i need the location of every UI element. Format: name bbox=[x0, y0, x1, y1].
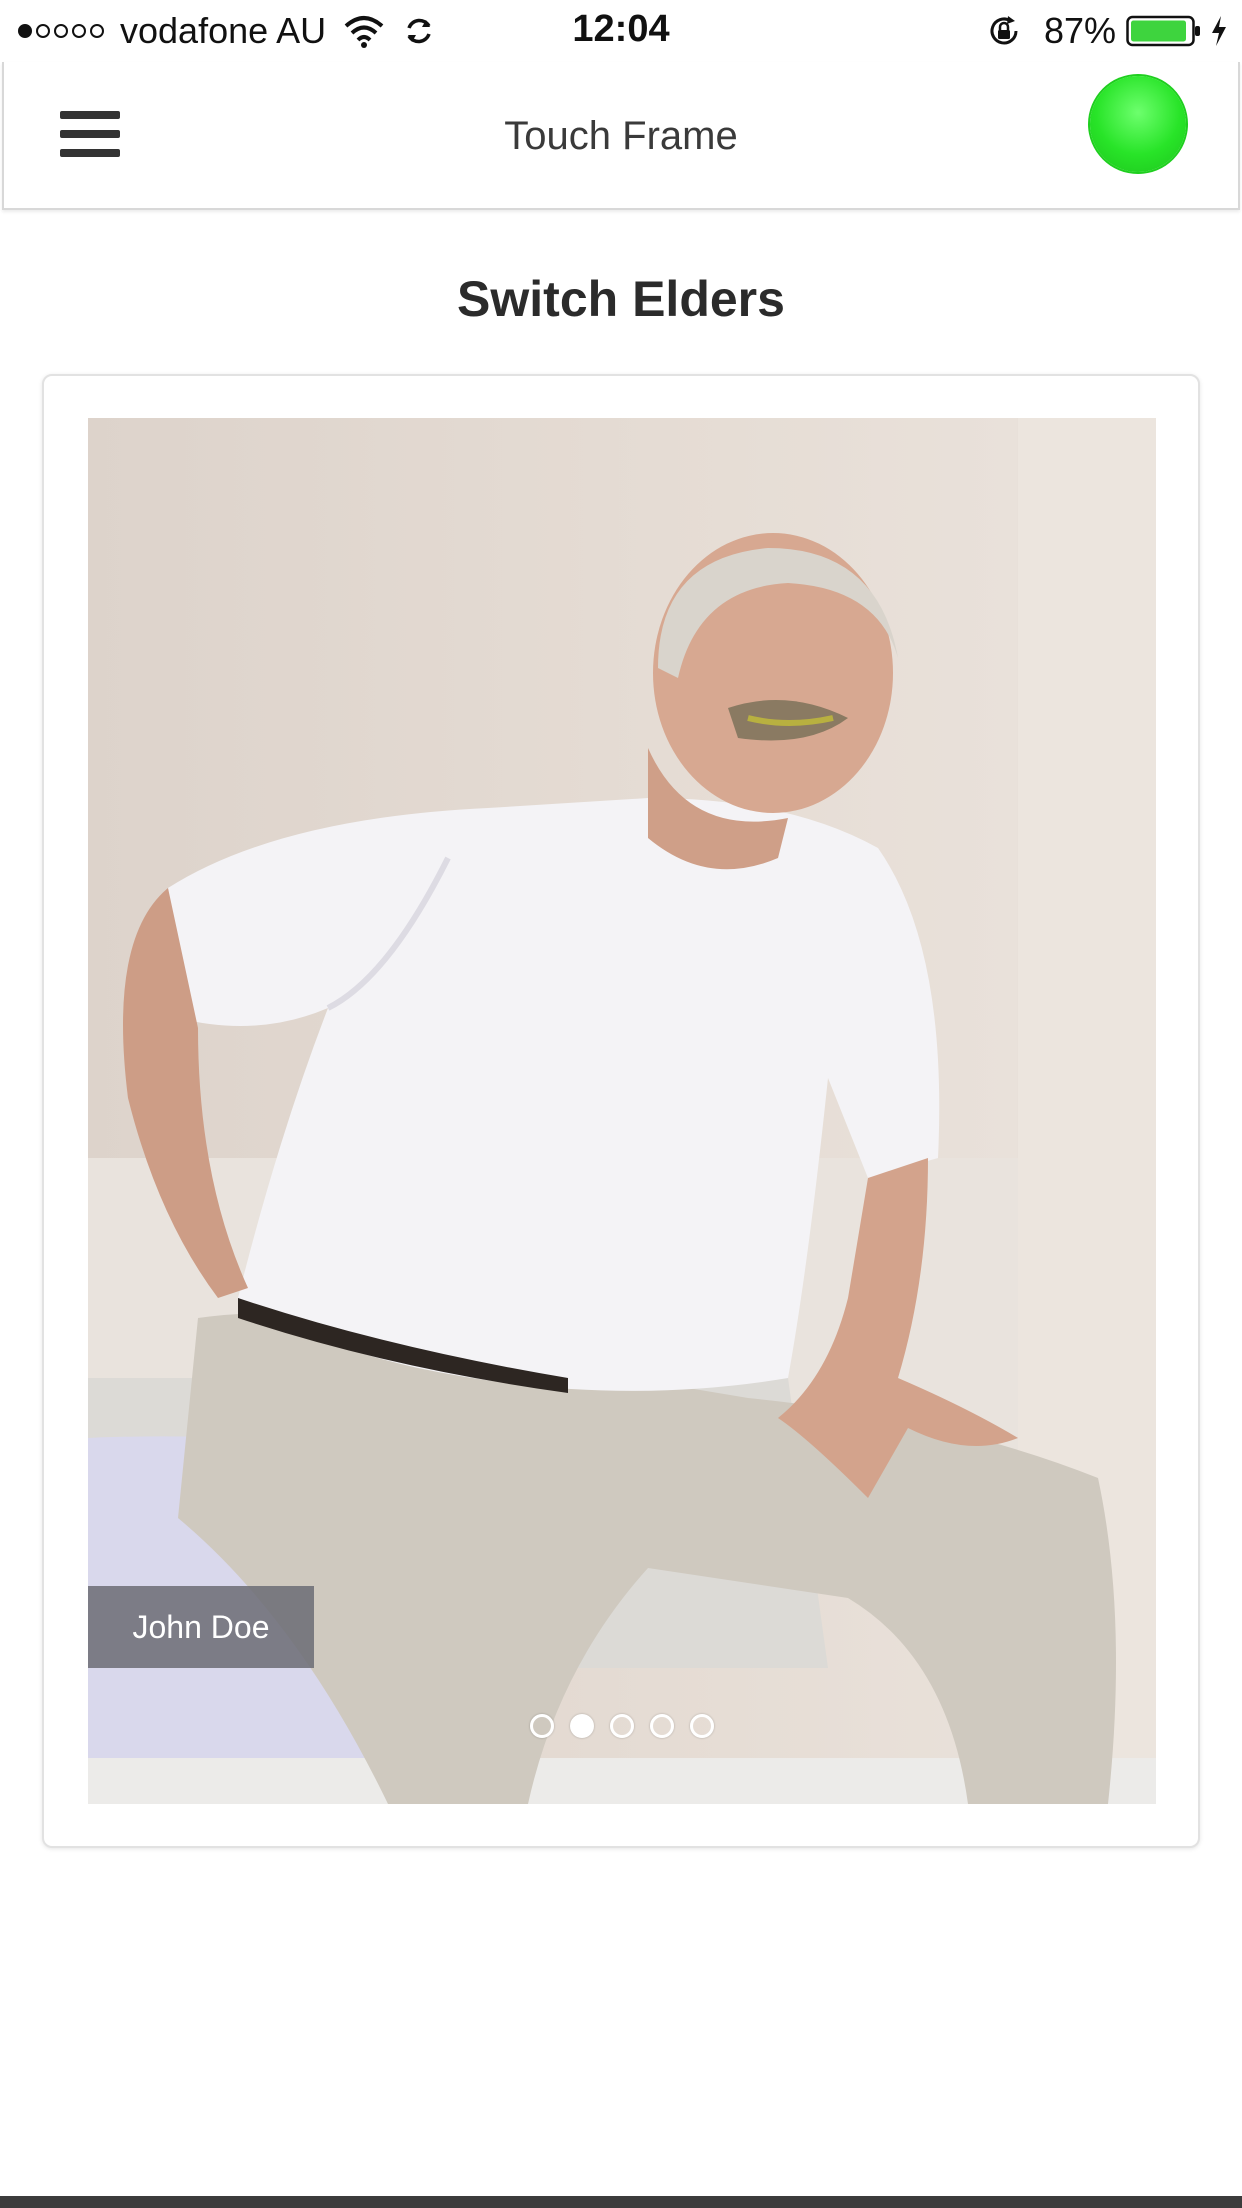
nav-header: Touch Frame bbox=[2, 62, 1240, 210]
status-right: 87% bbox=[986, 10, 1228, 52]
battery-icon bbox=[1126, 15, 1200, 47]
pager-dot-1[interactable] bbox=[530, 1714, 554, 1738]
app-title: Touch Frame bbox=[504, 114, 738, 158]
rotation-lock-icon bbox=[990, 16, 1018, 45]
elder-name-label: John Doe bbox=[88, 1586, 314, 1668]
page-title: Switch Elders bbox=[457, 271, 785, 327]
battery-percent: 87% bbox=[1043, 10, 1116, 51]
pager-dot-4[interactable] bbox=[650, 1714, 674, 1738]
pager-dot-3[interactable] bbox=[610, 1714, 634, 1738]
status-bar: vodafone AU 12:04 87% bbox=[0, 0, 1242, 62]
elder-carousel-card: John Doe bbox=[42, 374, 1200, 1848]
connection-status-indicator[interactable] bbox=[1090, 76, 1186, 172]
bottom-edge bbox=[0, 2196, 1242, 2208]
pager-dot-5[interactable] bbox=[690, 1714, 714, 1738]
elder-photo[interactable]: John Doe bbox=[88, 418, 1156, 1804]
pager-dot-2[interactable] bbox=[570, 1714, 594, 1738]
carousel-pager bbox=[88, 1714, 1156, 1738]
charging-bolt-icon bbox=[1212, 16, 1226, 46]
